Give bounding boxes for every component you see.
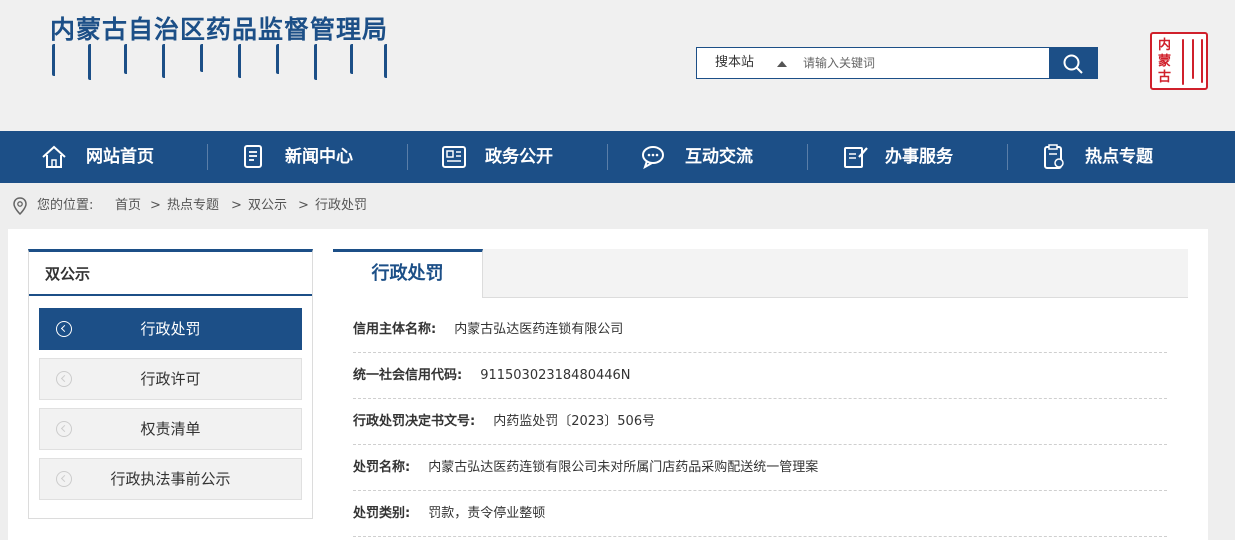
sidebar-item-pre-enforcement-disclosure[interactable]: 行政执法事前公示 bbox=[39, 458, 302, 500]
chevron-left-circle-icon bbox=[56, 321, 72, 337]
home-icon bbox=[42, 145, 66, 168]
nav-label: 网站首页 bbox=[86, 147, 154, 167]
chat-icon bbox=[642, 146, 664, 170]
search-scope-label: 搜本站 bbox=[715, 55, 755, 70]
field-label: 统一社会信用代码: bbox=[353, 368, 463, 383]
sidebar-item-administrative-license[interactable]: 行政许可 bbox=[39, 358, 302, 400]
chevron-left-circle-icon bbox=[56, 371, 72, 387]
nav-item-home[interactable]: 网站首页 bbox=[40, 131, 240, 183]
sidebar-item-label: 行政许可 bbox=[140, 370, 201, 388]
search-icon bbox=[1063, 54, 1083, 74]
triangle-up-icon bbox=[777, 61, 787, 67]
tab-administrative-penalty[interactable]: 行政处罚 bbox=[333, 249, 483, 298]
sidebar-item-label: 行政执法事前公示 bbox=[110, 470, 231, 488]
breadcrumb-prefix: 您的位置: bbox=[37, 198, 94, 213]
sidebar-item-administrative-penalty[interactable]: 行政处罚 bbox=[39, 308, 302, 350]
emblem-seal: 内蒙古 bbox=[1150, 32, 1208, 90]
nav-item-services[interactable]: 办事服务 bbox=[842, 131, 1042, 183]
search-scope-select[interactable]: 搜本站 bbox=[697, 48, 797, 78]
sidebar-item-label: 权责清单 bbox=[140, 420, 201, 438]
breadcrumb-link-hot-topics[interactable]: 热点专题 bbox=[167, 196, 219, 216]
field-value: 91150302318480446N bbox=[480, 368, 631, 383]
field-value: 内蒙古弘达医药连锁有限公司未对所属门店药品采购配送统一管理案 bbox=[428, 460, 819, 475]
detail-row: 信用主体名称: 内蒙古弘达医药连锁有限公司 bbox=[353, 307, 1167, 353]
edit-icon bbox=[844, 147, 868, 168]
detail-row: 处罚名称: 内蒙古弘达医药连锁有限公司未对所属门店药品采购配送统一管理案 bbox=[353, 445, 1167, 491]
breadcrumb-separator: > bbox=[150, 198, 161, 213]
nav-label: 互动交流 bbox=[685, 147, 753, 167]
nav-item-news[interactable]: 新闻中心 bbox=[240, 131, 440, 183]
nav-label: 办事服务 bbox=[885, 147, 953, 167]
nav-label: 政务公开 bbox=[485, 147, 553, 167]
tab-bar: 行政处罚 bbox=[333, 249, 1188, 298]
detail-row: 处罚类别: 罚款，责令停业整顿 bbox=[353, 491, 1167, 537]
content-area: 行政处罚 信用主体名称: 内蒙古弘达医药连锁有限公司 统一社会信用代码: 91150… bbox=[333, 249, 1188, 540]
sidebar-item-label: 行政处罚 bbox=[140, 320, 201, 338]
site-title[interactable]: 内蒙古自治区药品监督管理局 bbox=[50, 10, 388, 46]
nav-item-government-affairs[interactable]: 政务公开 bbox=[440, 131, 640, 183]
field-label: 行政处罚决定书文号: bbox=[353, 414, 476, 429]
field-label: 处罚类别: bbox=[353, 506, 411, 521]
site-header: 内蒙古自治区药品监督管理局 搜本站 内蒙古 bbox=[0, 0, 1235, 131]
field-value: 罚款，责令停业整顿 bbox=[428, 506, 546, 521]
search-input[interactable] bbox=[803, 48, 1043, 78]
sidebar-title: 双公示 bbox=[29, 252, 312, 296]
breadcrumb-separator: > bbox=[298, 198, 309, 213]
newspaper-icon bbox=[442, 146, 466, 168]
sidebar: 双公示 行政处罚 行政许可 权责清单 行政执法事前公示 bbox=[28, 249, 313, 519]
breadcrumb-link-home[interactable]: 首页 bbox=[115, 196, 141, 216]
breadcrumb-link-double-publicity[interactable]: 双公示 bbox=[248, 196, 287, 216]
nav-label: 热点专题 bbox=[1085, 147, 1153, 167]
clipboard-icon bbox=[1044, 144, 1064, 169]
breadcrumb-separator: > bbox=[231, 198, 242, 213]
seal-text: 内蒙古 bbox=[1158, 38, 1172, 85]
field-label: 信用主体名称: bbox=[353, 322, 437, 337]
field-label: 处罚名称: bbox=[353, 460, 411, 475]
detail-row: 行政处罚决定书文号: 内药监处罚〔2023〕506号 bbox=[353, 399, 1167, 445]
main-panel: 双公示 行政处罚 行政许可 权责清单 行政执法事前公示 行政处罚 信用主体名称:… bbox=[8, 229, 1208, 540]
sidebar-item-responsibility-list[interactable]: 权责清单 bbox=[39, 408, 302, 450]
nav-item-hot-topics[interactable]: 热点专题 bbox=[1040, 131, 1235, 183]
detail-row: 统一社会信用代码: 91150302318480446N bbox=[353, 353, 1167, 399]
mongolian-script-logo bbox=[50, 44, 420, 80]
search-box: 搜本站 bbox=[696, 47, 1098, 79]
document-icon bbox=[244, 145, 262, 168]
breadcrumb-current[interactable]: 行政处罚 bbox=[315, 196, 367, 216]
field-value: 内蒙古弘达医药连锁有限公司 bbox=[454, 322, 624, 337]
location-pin-icon bbox=[13, 197, 27, 215]
main-nav: 网站首页 新闻中心 政务公开 互动交流 办事服务 热点专题 bbox=[0, 131, 1235, 183]
nav-label: 新闻中心 bbox=[285, 147, 353, 167]
nav-item-interaction[interactable]: 互动交流 bbox=[640, 131, 840, 183]
chevron-left-circle-icon bbox=[56, 421, 72, 437]
field-value: 内药监处罚〔2023〕506号 bbox=[493, 414, 656, 429]
search-button[interactable] bbox=[1049, 47, 1097, 79]
chevron-left-circle-icon bbox=[56, 471, 72, 487]
